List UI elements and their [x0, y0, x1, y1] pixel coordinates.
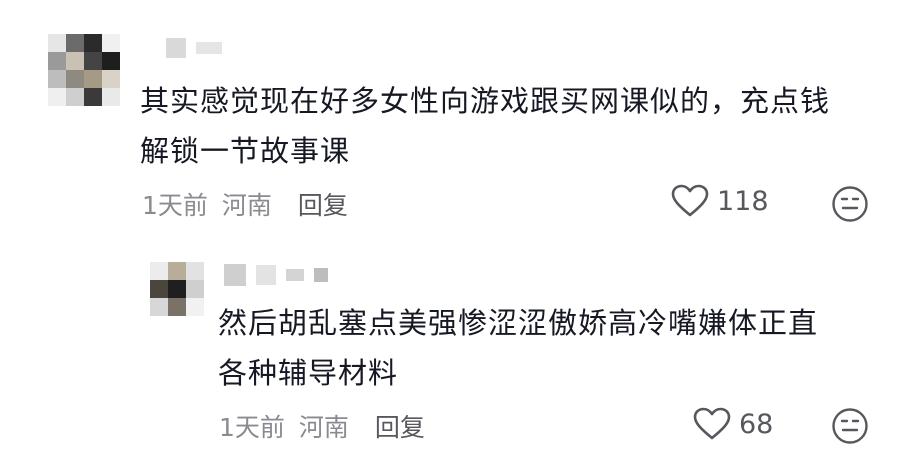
- comment-text-line-2: 解锁一节故事课: [140, 134, 351, 168]
- meh-face-icon: [831, 408, 869, 449]
- comment-text-line-1: 其实感觉现在好多女性向游戏跟买网课似的，充点钱: [140, 84, 831, 118]
- like-button[interactable]: 118: [671, 184, 769, 218]
- heart-outline-icon: [693, 407, 731, 441]
- reply-meta: 1天前 河南 回复: [219, 408, 425, 444]
- reply-time: 1天前: [219, 413, 285, 442]
- dislike-button[interactable]: [831, 185, 869, 227]
- like-count: 68: [739, 408, 774, 440]
- comment-time: 1天前: [142, 191, 208, 220]
- heart-outline-icon: [671, 184, 709, 218]
- reply-location: 河南: [298, 413, 349, 442]
- reply-button[interactable]: 回复: [298, 186, 348, 222]
- like-count: 118: [717, 185, 769, 217]
- dislike-button[interactable]: [831, 407, 869, 449]
- reply-text-line-2: 各种辅导材料: [218, 356, 399, 390]
- like-button[interactable]: 68: [693, 407, 773, 441]
- username-blurred[interactable]: [224, 264, 328, 286]
- reply-text-line-1: 然后胡乱塞点美强惨涩涩傲娇高冷嘴嫌体正直: [218, 306, 819, 340]
- avatar[interactable]: [150, 262, 204, 316]
- comment-meta: 1天前 河南 回复: [142, 186, 348, 222]
- reply-button[interactable]: 回复: [375, 408, 425, 444]
- comment-item: 其实感觉现在好多女性向游戏跟买网课似的，充点钱 解锁一节故事课 1天前 河南 回…: [0, 0, 908, 250]
- username-blurred[interactable]: [166, 38, 222, 58]
- reply-item: 然后胡乱塞点美强惨涩涩傲娇高冷嘴嫌体正直 各种辅导材料 1天前 河南 回复 68: [0, 250, 908, 462]
- meh-face-icon: [831, 186, 869, 227]
- avatar[interactable]: [48, 34, 120, 106]
- comment-location: 河南: [221, 191, 272, 220]
